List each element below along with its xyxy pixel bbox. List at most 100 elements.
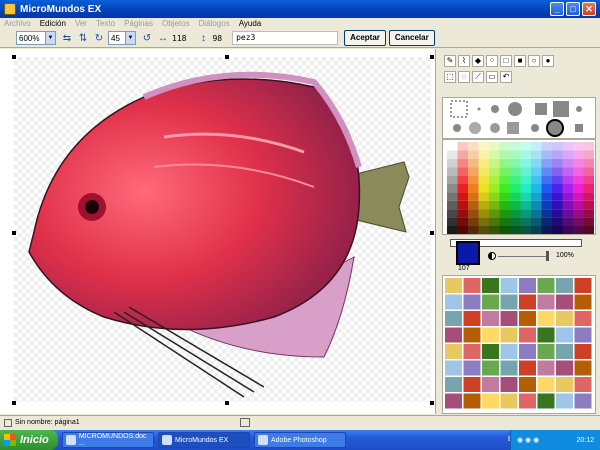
texture-cell[interactable] [556,377,573,392]
texture-cell[interactable] [500,294,518,310]
color-cell[interactable] [447,217,458,226]
texture-cell[interactable] [574,393,592,409]
color-cell[interactable] [489,184,500,193]
color-cell[interactable] [583,200,595,210]
resize-handle[interactable] [225,55,229,59]
resize-handle[interactable] [430,401,434,405]
color-cell[interactable] [510,209,521,218]
texture-cell[interactable] [500,377,518,392]
texture-cell[interactable] [445,344,462,359]
color-cell[interactable] [489,175,500,184]
texture-cell[interactable] [445,377,462,392]
color-cell[interactable] [562,142,574,151]
texture-cell[interactable] [445,360,462,376]
color-cell[interactable] [457,226,469,235]
texture-cell[interactable] [500,311,518,326]
color-cell[interactable] [510,142,521,151]
color-cell[interactable] [552,184,563,193]
undo-icon[interactable]: ↶ [500,71,512,83]
menu-objetos[interactable]: Objetos [162,19,190,28]
color-cell[interactable] [489,192,500,201]
color-cell[interactable] [573,217,584,226]
color-cell[interactable] [510,192,521,201]
texture-cell[interactable] [574,294,592,310]
color-cell[interactable] [573,184,584,193]
status-resize-icon[interactable] [240,418,250,427]
menu-ver[interactable]: Ver [75,19,87,28]
color-cell[interactable] [541,184,553,193]
color-cell[interactable] [531,226,542,235]
texture-cell[interactable] [463,327,481,343]
texture-cell[interactable] [537,327,555,343]
color-cell[interactable] [520,200,532,210]
color-cell[interactable] [510,167,521,176]
texture-cell[interactable] [463,294,481,310]
texture-cell[interactable] [537,344,555,359]
texture-cell[interactable] [556,344,573,359]
color-cell[interactable] [541,226,553,235]
resize-handle[interactable] [430,55,434,59]
color-cell[interactable] [447,226,458,235]
color-cell[interactable] [478,209,490,218]
texture-cell[interactable] [445,311,462,326]
color-cell[interactable] [562,226,574,235]
color-cell[interactable] [468,217,479,226]
color-cell[interactable] [531,209,542,218]
color-cell[interactable] [447,209,458,218]
resize-handle[interactable] [225,401,229,405]
texture-cell[interactable] [556,393,573,409]
texture-cell[interactable] [500,278,518,293]
texture-cell[interactable] [445,294,462,310]
texture-cell[interactable] [445,278,462,293]
menu-paginas[interactable]: Páginas [124,19,153,28]
close-button[interactable]: ✕ [582,2,596,16]
color-cell[interactable] [457,192,469,201]
color-cell[interactable] [468,200,479,210]
color-cell[interactable] [562,150,574,159]
color-cell[interactable] [573,158,584,168]
menu-dialogos[interactable]: Diálogos [199,19,230,28]
color-cell[interactable] [531,184,542,193]
brush-icon[interactable]: ⌇ [458,55,470,67]
color-cell[interactable] [499,158,511,168]
color-cell[interactable] [478,175,490,184]
color-cell[interactable] [510,184,521,193]
texture-cell[interactable] [537,294,555,310]
color-cell[interactable] [520,167,532,176]
color-cell[interactable] [447,158,458,168]
eyedropper-icon[interactable]: ⟋ [472,71,484,83]
shape-name-input[interactable]: pez3 [232,31,339,45]
color-cell[interactable] [457,217,469,226]
start-button[interactable]: Inicio [0,430,58,450]
rectangle-filled-icon[interactable]: ■ [514,55,526,67]
color-cell[interactable] [457,158,469,168]
color-cell[interactable] [583,142,595,151]
color-cell[interactable] [541,150,553,159]
texture-cell[interactable] [556,360,573,376]
color-cell[interactable] [499,209,511,218]
rotate-right-icon[interactable]: ↻ [92,31,106,45]
color-cell[interactable] [520,217,532,226]
texture-cell[interactable] [445,393,462,409]
texture-cell[interactable] [482,377,499,392]
texture-cell[interactable] [482,278,499,293]
color-cell[interactable] [562,184,574,193]
texture-cell[interactable] [537,311,555,326]
fill-bucket-icon[interactable]: ◆ [472,55,484,67]
color-cell[interactable] [489,217,500,226]
color-cell[interactable] [499,217,511,226]
color-cell[interactable] [468,158,479,168]
tray-icons[interactable]: ◉ ◉ ◉ [517,436,539,444]
color-cell[interactable] [562,209,574,218]
color-cell[interactable] [552,209,563,218]
color-cell[interactable] [531,217,542,226]
texture-cell[interactable] [556,278,573,293]
menu-edicion[interactable]: Edición [40,19,66,28]
color-cell[interactable] [583,150,595,159]
color-cell[interactable] [468,167,479,176]
color-cell[interactable] [573,226,584,235]
pencil-icon[interactable]: ✎ [444,55,456,67]
color-cell[interactable] [510,217,521,226]
color-cell[interactable] [499,200,511,210]
texture-cell[interactable] [574,278,592,293]
